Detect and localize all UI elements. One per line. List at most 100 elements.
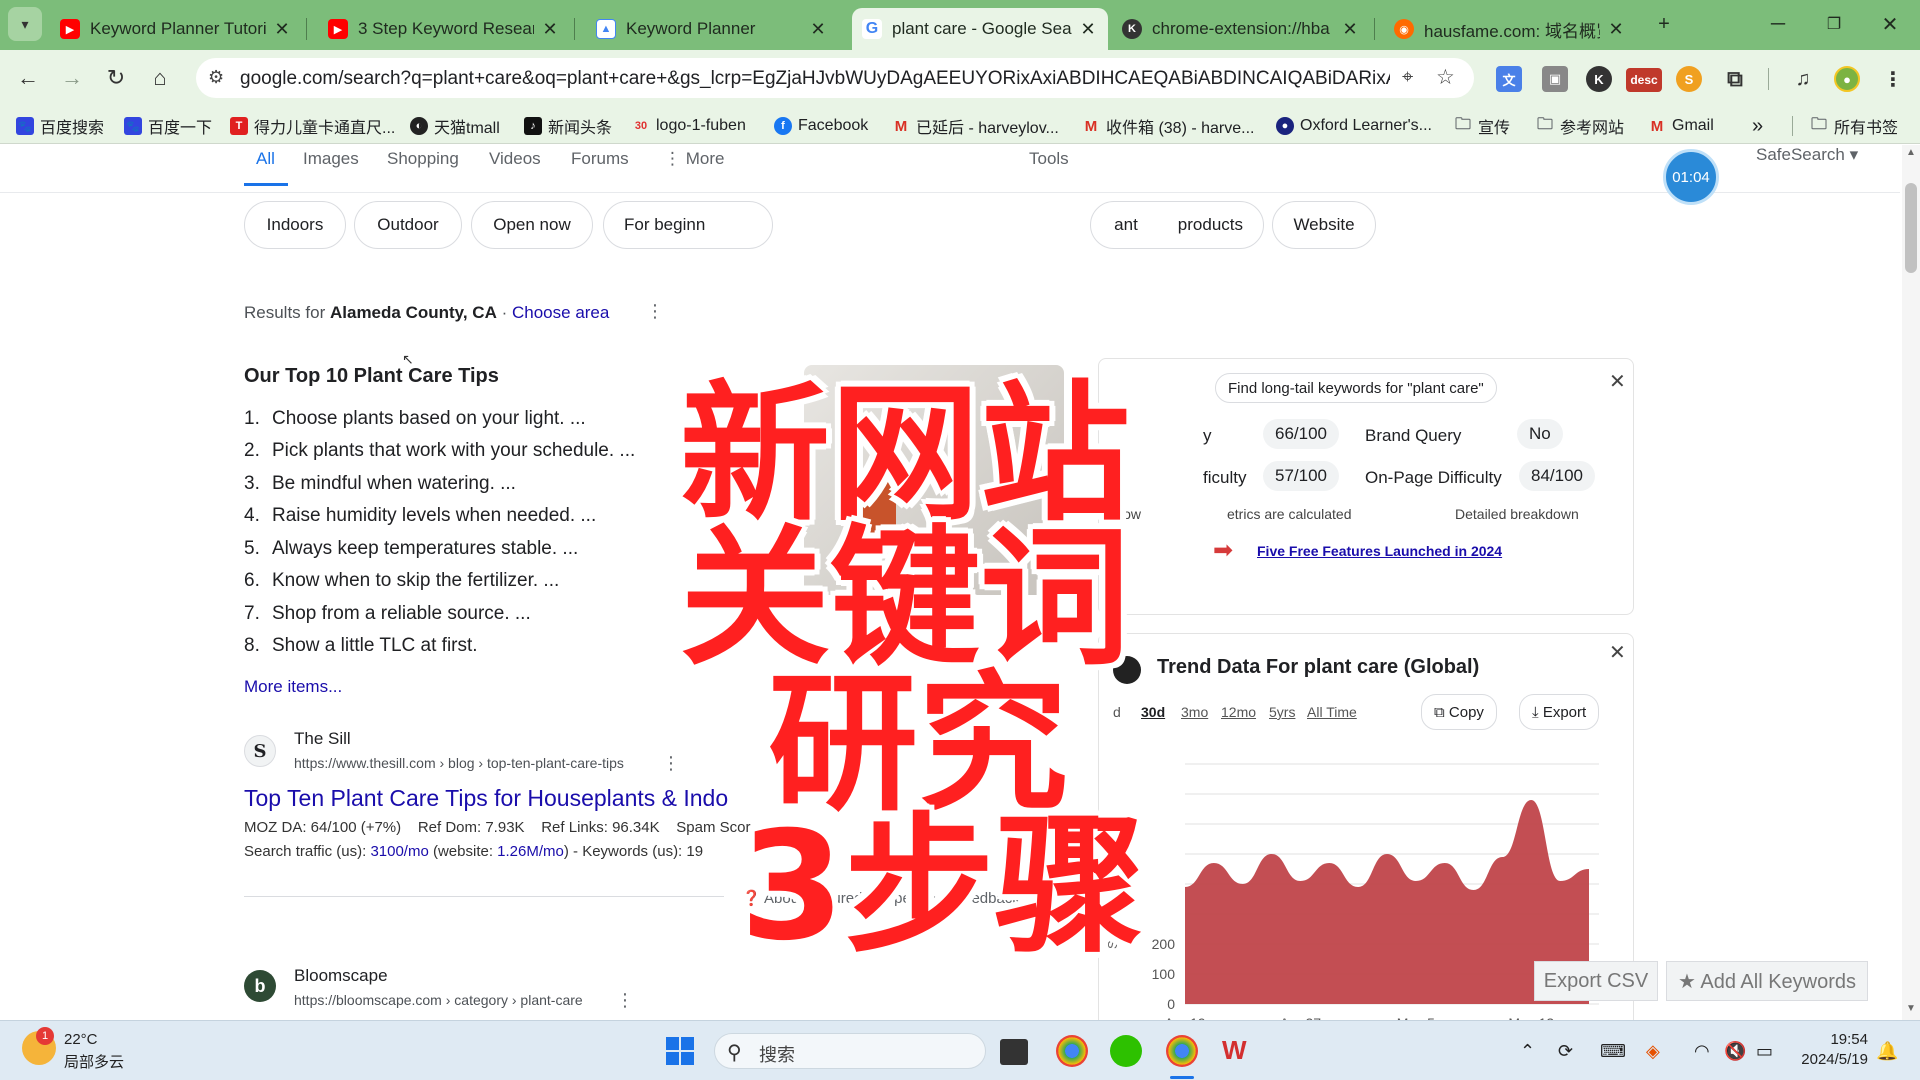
desc-extension-icon[interactable]: desc xyxy=(1626,68,1662,92)
wifi-icon[interactable]: ◠ xyxy=(1694,1041,1710,1062)
translate-extension-icon[interactable]: 文 xyxy=(1496,66,1522,92)
close-icon[interactable]: ✕ xyxy=(1606,19,1626,40)
taskbar-search-box[interactable]: ⚲ 搜索 xyxy=(714,1033,986,1069)
all-bookmarks-button[interactable]: 🗀 所有书签 xyxy=(1810,114,1898,138)
location-pin-icon[interactable]: ⌖ xyxy=(1402,66,1413,89)
address-bar[interactable]: ⚙ google.com/search?q=plant+care&oq=plan… xyxy=(196,58,1474,98)
safesearch-button[interactable]: SafeSearch ▾ xyxy=(1756,145,1858,165)
restore-button[interactable]: ❐ xyxy=(1812,6,1856,42)
task-view-icon[interactable] xyxy=(1000,1039,1028,1065)
tab-keyword-planner-tutorial[interactable]: ▶ Keyword Planner Tutorial ✕ xyxy=(50,8,302,50)
bookmark-item[interactable]: M 收件箱 (38) - harve... xyxy=(1082,114,1255,138)
bookmark-folder[interactable]: 🗀 宣传 xyxy=(1454,114,1510,138)
search-tab-shopping[interactable]: Shopping xyxy=(387,149,459,169)
tab-hausfame[interactable]: ◉ hausfame.com: 域名概览 ✕ xyxy=(1384,8,1636,50)
back-button[interactable]: ← xyxy=(10,60,46,96)
reload-button[interactable]: ↻ xyxy=(98,60,134,96)
profile-avatar[interactable]: ● xyxy=(1834,66,1860,92)
search-tab-more[interactable]: ⋮ More xyxy=(664,149,724,169)
keywords-everywhere-icon[interactable]: K xyxy=(1586,66,1612,92)
range-5yrs[interactable]: 5yrs xyxy=(1269,704,1295,720)
site-info-icon[interactable]: ⚙ xyxy=(208,67,224,88)
result-site-name[interactable]: The Sill xyxy=(294,729,351,749)
feedback-link[interactable]: Feedback xyxy=(954,890,1020,907)
extension-icon[interactable]: ▣ xyxy=(1542,66,1568,92)
input-method-icon[interactable]: ⌨ xyxy=(1600,1041,1626,1062)
new-tab-button[interactable]: + xyxy=(1642,6,1686,42)
tray-overflow-icon[interactable]: ⌃ xyxy=(1520,1041,1535,1062)
export-csv-button[interactable]: Export CSV xyxy=(1534,961,1658,1001)
close-icon[interactable]: ✕ xyxy=(808,19,828,40)
clock-date[interactable]: 2024/5/19 xyxy=(1786,1051,1868,1068)
close-window-button[interactable]: ✕ xyxy=(1868,6,1912,42)
filter-chip-indoors[interactable]: Indoors xyxy=(244,201,346,249)
url-text[interactable]: google.com/search?q=plant+care&oq=plant+… xyxy=(240,68,1390,90)
bookmark-item[interactable]: ◐ 天猫tmall xyxy=(410,114,500,138)
bookmark-item[interactable]: M 已延后 - harveylov... xyxy=(892,114,1059,138)
wps-icon[interactable]: W xyxy=(1222,1035,1254,1067)
more-items-link[interactable]: More items... xyxy=(244,677,342,697)
range-all-time[interactable]: All Time xyxy=(1307,704,1357,720)
bookmark-item[interactable]: 🐾 百度一下 xyxy=(124,114,212,138)
clock-time[interactable]: 19:54 xyxy=(1796,1031,1868,1048)
bookmark-item[interactable]: f Facebook xyxy=(774,114,868,138)
close-icon[interactable]: ✕ xyxy=(1609,640,1626,665)
result-url[interactable]: https://www.thesill.com › blog › top-ten… xyxy=(294,755,624,771)
bookmark-star-icon[interactable]: ☆ xyxy=(1436,65,1455,90)
scroll-up-icon[interactable]: ▲ xyxy=(1906,147,1916,158)
close-icon[interactable]: ✕ xyxy=(272,19,292,40)
filter-chip-website[interactable]: Website xyxy=(1272,201,1376,249)
result-title-link[interactable]: Top Ten Plant Care Tips for Houseplants … xyxy=(244,785,728,812)
export-button[interactable]: ⤓ Export xyxy=(1519,694,1600,730)
range-3mo[interactable]: 3mo xyxy=(1181,704,1208,720)
search-tools-button[interactable]: Tools xyxy=(1029,149,1069,169)
filter-chip-for-beginners[interactable]: For beginn xyxy=(603,201,773,249)
range-30d[interactable]: 30d xyxy=(1141,704,1165,720)
result-kebab-icon[interactable]: ⋮ xyxy=(616,990,634,1011)
filter-chip-plant-products[interactable]: ant products xyxy=(1090,201,1264,249)
result-site-name[interactable]: Bloomscape xyxy=(294,966,388,986)
bookmark-item[interactable]: M Gmail xyxy=(1648,114,1714,138)
snippet-image[interactable] xyxy=(804,365,1064,595)
sync-icon[interactable]: ⟳ xyxy=(1558,1041,1573,1062)
weather-temp[interactable]: 22°C xyxy=(64,1031,98,1048)
about-featured-snippets[interactable]: ❓ About featured snippets • ▪ Feedback xyxy=(742,889,1020,907)
search-tab-videos[interactable]: Videos xyxy=(489,149,541,169)
bookmark-item[interactable]: T 得力儿童卡通直尺... xyxy=(230,114,395,138)
bookmarks-overflow-button[interactable]: » xyxy=(1752,114,1763,138)
search-tab-all[interactable]: All xyxy=(256,149,275,169)
extensions-puzzle-icon[interactable]: ⧉ xyxy=(1722,66,1748,92)
range-12mo[interactable]: 12mo xyxy=(1221,704,1256,720)
page-scrollbar[interactable]: ▲ ▼ xyxy=(1902,145,1920,1020)
bookmark-item[interactable]: ♪ 新闻头条 xyxy=(524,114,612,138)
battery-icon[interactable]: ▭ xyxy=(1756,1041,1773,1062)
tab-keyword-planner[interactable]: ▲ Keyword Planner ✕ xyxy=(586,8,838,50)
windows-start-button[interactable] xyxy=(664,1035,696,1067)
forward-button[interactable]: → xyxy=(54,60,90,96)
result-kebab-icon[interactable]: ⋮ xyxy=(662,753,680,774)
minimize-button[interactable]: ─ xyxy=(1756,6,1800,42)
media-controls-icon[interactable]: ♫ xyxy=(1790,66,1816,92)
promo-link[interactable]: Five Free Features Launched in 2024 xyxy=(1257,543,1502,559)
bookmark-folder[interactable]: 🗀 参考网站 xyxy=(1536,114,1624,138)
home-button[interactable]: ⌂ xyxy=(142,60,178,96)
bookmark-item[interactable]: ● Oxford Learner's... xyxy=(1276,114,1432,138)
tab-search-button[interactable]: ▾ xyxy=(8,7,42,41)
scrollbar-thumb[interactable] xyxy=(1905,183,1917,273)
close-icon[interactable]: ✕ xyxy=(1078,19,1098,40)
close-icon[interactable]: ✕ xyxy=(540,19,560,40)
menu-kebab-icon[interactable]: ⋮ xyxy=(1880,66,1906,92)
close-icon[interactable]: ✕ xyxy=(1609,369,1626,394)
tab-3-step-keyword-research[interactable]: ▶ 3 Step Keyword Research ✕ xyxy=(318,8,570,50)
close-icon[interactable]: ✕ xyxy=(1340,19,1360,40)
filter-chip-outdoor[interactable]: Outdoor xyxy=(354,201,462,249)
timer-badge[interactable]: 01:04 xyxy=(1663,149,1719,205)
search-tab-images[interactable]: Images xyxy=(303,149,359,169)
result-url[interactable]: https://bloomscape.com › category › plan… xyxy=(294,992,583,1008)
weather-desc[interactable]: 局部多云 xyxy=(64,1051,124,1072)
copy-button[interactable]: ⧉ Copy xyxy=(1421,694,1497,730)
search-tab-forums[interactable]: Forums xyxy=(571,149,629,169)
s-extension-icon[interactable]: S xyxy=(1676,66,1702,92)
tab-chrome-extension[interactable]: K chrome-extension://hba ✕ xyxy=(1112,8,1370,50)
choose-area-link[interactable]: Choose area xyxy=(512,303,609,322)
